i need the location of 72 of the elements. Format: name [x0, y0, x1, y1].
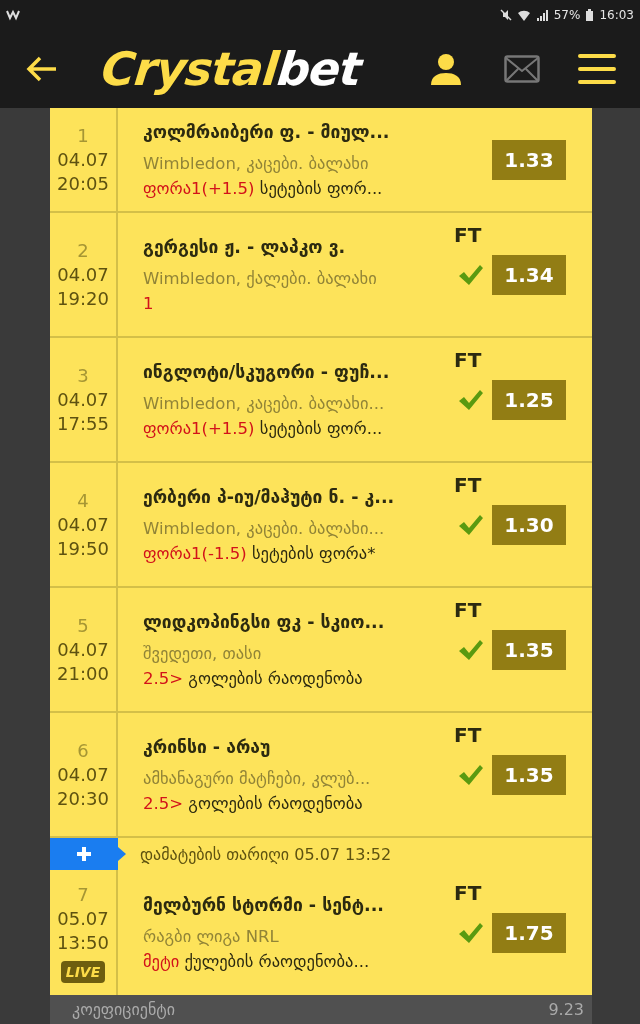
- menu-icon[interactable]: [578, 53, 616, 85]
- odds-value[interactable]: 1.35: [492, 754, 566, 795]
- bet-selection: მეტი ქულების რაოდენობა...: [143, 951, 371, 971]
- bet-selection: ფორა1(+1.5) სეტების ფორ...: [143, 418, 384, 438]
- match-title: ინგლოტი/სკუგორი - ფუჩ...: [143, 361, 391, 384]
- match-time: 19:20: [57, 286, 109, 311]
- league-name: ამხანაგური მატჩები, კლუბ...: [143, 768, 372, 788]
- match-time: 13:50: [57, 930, 109, 955]
- odds-value[interactable]: 1.34: [492, 254, 566, 295]
- back-arrow-icon[interactable]: [26, 55, 58, 83]
- match-date: 04.07: [57, 148, 109, 172]
- match-time: 19:50: [57, 536, 109, 561]
- battery-level: 57%: [553, 8, 581, 22]
- match-title: ერბერი პ-იუ/მაჰუტი ნ. - კ...: [143, 486, 396, 509]
- match-time: 20:05: [57, 172, 109, 196]
- match-time: 21:00: [57, 661, 109, 686]
- match-status: FT: [454, 722, 483, 747]
- match-date: 04.07: [57, 387, 109, 412]
- bet-selection: 1: [143, 293, 155, 313]
- odds-label: კოეფიციენტი: [72, 1000, 175, 1019]
- row-number: 1: [77, 124, 89, 148]
- league-name: Wimbledon, კაცები. ბალახი: [143, 154, 370, 173]
- match-date: 04.07: [57, 762, 109, 787]
- row-number: 7: [77, 882, 89, 907]
- clock: 16:03: [599, 8, 634, 22]
- bet-selection: 2.5> გოლების რაოდენობა: [143, 793, 364, 813]
- match-status: FT: [454, 472, 483, 497]
- row-number: 5: [77, 613, 89, 638]
- odds-value[interactable]: 1.33: [492, 140, 566, 180]
- match-time: 17:55: [57, 411, 109, 436]
- row-number: 3: [77, 363, 89, 388]
- match-date: 05.07: [57, 906, 109, 931]
- row-number: 2: [77, 238, 89, 263]
- match-title: მელბურნ სტორმი - სენტ...: [143, 894, 386, 917]
- league-name: შვედეთი, თასი: [143, 643, 263, 663]
- odds-value[interactable]: 1.75: [492, 912, 566, 953]
- match-status: FT: [454, 347, 483, 372]
- bet-selection: ფორა1(+1.5) სეტების ფორ...: [143, 179, 384, 198]
- league-name: Wimbledon, კაცები. ბალახი...: [143, 518, 386, 538]
- match-status: FT: [454, 222, 483, 247]
- row-number: 4: [77, 488, 89, 513]
- signal-icon: [535, 9, 548, 21]
- user-icon[interactable]: [430, 53, 462, 85]
- league-name: Wimbledon, კაცები. ბალახი...: [143, 393, 386, 413]
- added-date: დამატების თარიღი 05.07 13:52: [139, 844, 393, 864]
- logo: Crystalbet: [99, 42, 364, 96]
- match-time: 20:30: [57, 786, 109, 811]
- match-status: FT: [454, 597, 483, 622]
- odds-value[interactable]: 1.25: [492, 379, 566, 420]
- bet-selection: ფორა1(-1.5) სეტების ფორა*: [143, 543, 377, 563]
- plus-icon: [76, 846, 92, 862]
- match-date: 04.07: [57, 512, 109, 537]
- total-odds: 9.23: [548, 1000, 584, 1019]
- mail-icon[interactable]: [504, 55, 540, 83]
- league-name: რაგბი ლიგა NRL: [143, 926, 280, 946]
- match-status: FT: [454, 880, 483, 905]
- notification-icon: [6, 9, 20, 21]
- match-title: კრინსი - არაუ: [143, 736, 272, 759]
- match-title: ლიდკოპინგსი ფკ - სკიო...: [143, 611, 386, 634]
- live-badge: LIVE: [60, 960, 106, 983]
- match-date: 04.07: [57, 637, 109, 662]
- odds-value[interactable]: 1.30: [492, 504, 566, 545]
- battery-icon: [586, 9, 594, 21]
- league-name: Wimbledon, ქალები. ბალახი: [143, 268, 378, 288]
- bet-selection: 2.5> გოლების რაოდენობა: [143, 668, 364, 688]
- mute-icon: [499, 9, 512, 21]
- wifi-icon: [517, 9, 530, 21]
- match-title: გერგესი ჟ. - ლაპკო ვ.: [143, 236, 347, 259]
- odds-value[interactable]: 1.35: [492, 629, 566, 670]
- row-number: 6: [77, 738, 89, 763]
- match-title: კოლმრაიბერი ფ. - მიულ...: [143, 122, 391, 144]
- match-date: 04.07: [57, 262, 109, 287]
